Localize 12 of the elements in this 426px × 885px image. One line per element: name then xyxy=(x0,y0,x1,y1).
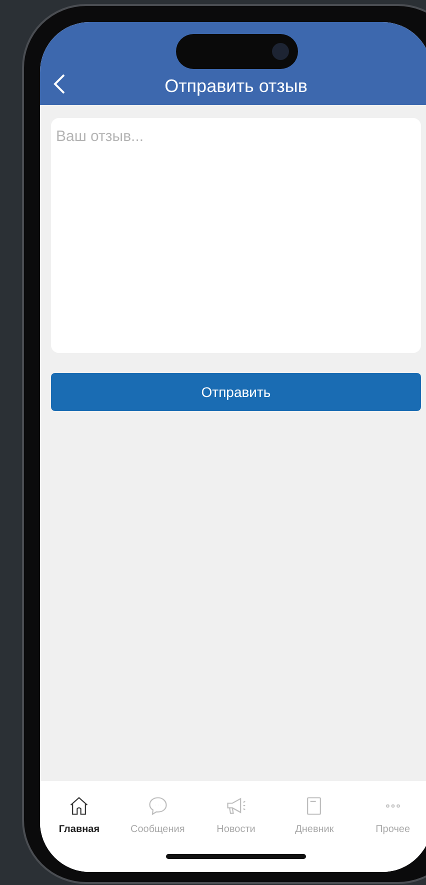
tab-bar-item[interactable]: Сообщения xyxy=(118,795,197,835)
home-icon xyxy=(68,795,90,817)
header-title: Отправить отзыв xyxy=(164,75,308,97)
tab-bar-item[interactable]: Дневник xyxy=(275,795,354,835)
back-chevron-icon xyxy=(52,73,66,95)
tab-bar-item[interactable]: Главная xyxy=(40,795,118,835)
tab-bar-item[interactable]: Прочее xyxy=(354,795,426,835)
send-button[interactable]: Отправить xyxy=(51,373,421,411)
chat-bubble-icon xyxy=(146,795,169,817)
tab-bar-item[interactable]: Новости xyxy=(196,795,276,835)
feedback-input-field[interactable]: Ваш отзыв... xyxy=(51,118,421,353)
megaphone-icon xyxy=(225,795,248,817)
